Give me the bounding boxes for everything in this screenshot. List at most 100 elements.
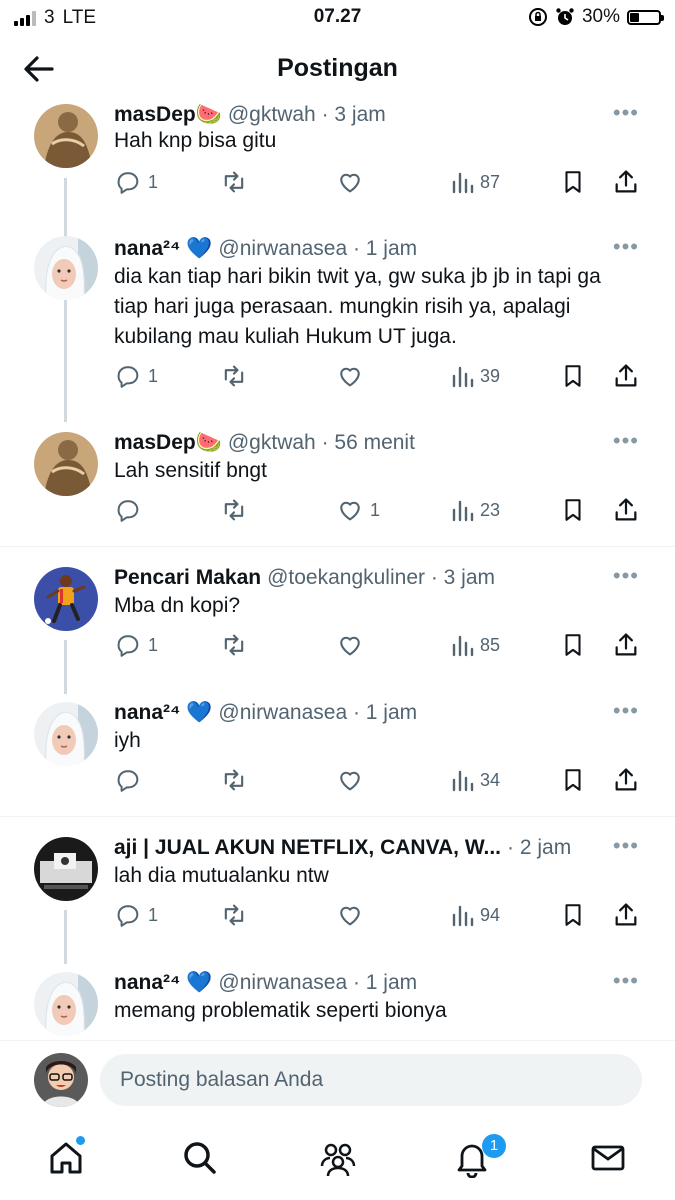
more-options-icon[interactable]: ••• bbox=[613, 833, 639, 859]
like-button[interactable]: 1 bbox=[336, 496, 380, 524]
more-options-icon[interactable]: ••• bbox=[613, 234, 639, 260]
repost-button[interactable] bbox=[220, 766, 254, 794]
like-button[interactable] bbox=[336, 168, 370, 196]
views-button[interactable]: 87 bbox=[450, 168, 500, 196]
share-button[interactable] bbox=[612, 362, 640, 390]
share-button[interactable] bbox=[612, 631, 640, 659]
display-name[interactable]: nana²⁴ bbox=[114, 237, 180, 260]
share-button[interactable] bbox=[612, 766, 640, 794]
avatar-aji[interactable] bbox=[34, 837, 98, 901]
views-button[interactable]: 39 bbox=[450, 362, 500, 390]
reply-icon bbox=[117, 905, 139, 927]
reply-input[interactable]: Posting balasan Anda bbox=[100, 1054, 642, 1106]
reply-tweet[interactable]: masDep🍉 @gktwah · 3 jam ••• Hah knp bisa … bbox=[0, 100, 675, 210]
views-button[interactable]: 34 bbox=[450, 766, 500, 794]
repost-button[interactable] bbox=[220, 631, 254, 659]
reply-feed: masDep🍉 @gktwah · 3 jam ••• Hah knp bisa … bbox=[0, 100, 675, 1040]
like-count: 1 bbox=[370, 499, 381, 520]
reply-icon bbox=[117, 172, 139, 194]
repost-button[interactable] bbox=[220, 362, 254, 390]
tweet-header: Pencari Makan @toekangkuliner · 3 jam bbox=[114, 563, 615, 593]
bookmark-button[interactable] bbox=[560, 168, 586, 196]
bookmark-button[interactable] bbox=[560, 631, 586, 659]
tweet-header: aji | JUAL AKUN NETFLIX, CANVA, W... · 2 … bbox=[114, 833, 615, 863]
reply-button[interactable]: 1 bbox=[114, 362, 158, 390]
reply-count: 1 bbox=[148, 904, 159, 925]
avatar-pencari-makan[interactable] bbox=[34, 567, 98, 631]
communities-icon[interactable] bbox=[318, 1138, 358, 1178]
name-emoji: 💙 bbox=[186, 237, 213, 260]
like-button[interactable] bbox=[336, 901, 370, 929]
tweet-time: · 2 jam bbox=[507, 836, 572, 859]
view-count: 34 bbox=[480, 769, 501, 790]
thread-divider bbox=[0, 816, 675, 817]
share-button[interactable] bbox=[612, 168, 640, 196]
avatar-nana[interactable] bbox=[34, 972, 98, 1036]
user-handle: @gktwah bbox=[227, 431, 316, 454]
bookmark-button[interactable] bbox=[560, 362, 586, 390]
repost-icon bbox=[224, 499, 244, 521]
display-name[interactable]: masDep bbox=[114, 431, 196, 454]
views-button[interactable]: 23 bbox=[450, 496, 500, 524]
my-avatar[interactable] bbox=[34, 1053, 88, 1107]
more-options-icon[interactable]: ••• bbox=[613, 100, 639, 126]
more-options-icon[interactable]: ••• bbox=[613, 698, 639, 724]
reply-tweet[interactable]: aji | JUAL AKUN NETFLIX, CANVA, W... · 2 … bbox=[0, 833, 675, 943]
reply-bar: Posting balasan Anda bbox=[0, 1040, 675, 1123]
reply-tweet[interactable]: nana²⁴ 💙 @nirwanasea · 1 jam ••• iyh 34 bbox=[0, 698, 675, 808]
reply-tweet[interactable]: Pencari Makan @toekangkuliner · 3 jam •••… bbox=[0, 563, 675, 673]
share-icon bbox=[615, 170, 637, 193]
bookmark-button[interactable] bbox=[560, 766, 586, 794]
bookmark-button[interactable] bbox=[560, 901, 586, 929]
tweet-time: · 1 jam bbox=[352, 237, 418, 260]
tweet-text: Mba dn kopi? bbox=[114, 594, 241, 617]
display-name[interactable]: nana²⁴ bbox=[114, 971, 180, 994]
reply-button[interactable]: 1 bbox=[114, 901, 158, 929]
search-icon[interactable] bbox=[180, 1138, 220, 1178]
repost-button[interactable] bbox=[220, 901, 254, 929]
like-button[interactable] bbox=[336, 631, 370, 659]
reply-tweet[interactable]: nana²⁴ 💙 @nirwanasea · 1 jam ••• memang p… bbox=[0, 968, 675, 1040]
more-options-icon[interactable]: ••• bbox=[613, 563, 639, 589]
views-chart-icon bbox=[452, 500, 474, 522]
more-options-icon[interactable]: ••• bbox=[613, 968, 639, 994]
display-name[interactable]: aji | JUAL AKUN NETFLIX, CANVA, W... bbox=[114, 836, 501, 859]
reply-button[interactable] bbox=[114, 766, 148, 794]
reply-icon bbox=[117, 770, 139, 792]
display-name[interactable]: Pencari Makan bbox=[114, 566, 261, 589]
reply-button[interactable]: 1 bbox=[114, 631, 158, 659]
name-emoji: 💙 bbox=[186, 971, 213, 994]
views-button[interactable]: 94 bbox=[450, 901, 500, 929]
avatar-nana[interactable] bbox=[34, 236, 98, 300]
bookmark-button[interactable] bbox=[560, 496, 586, 524]
repost-icon bbox=[224, 171, 244, 193]
tweet-time: · 3 jam bbox=[321, 103, 386, 126]
more-options-icon[interactable]: ••• bbox=[613, 428, 639, 454]
repost-button[interactable] bbox=[220, 168, 254, 196]
reply-tweet[interactable]: nana²⁴ 💙 @nirwanasea · 1 jam ••• dia kan … bbox=[0, 234, 675, 414]
view-count: 23 bbox=[480, 499, 501, 520]
repost-button[interactable] bbox=[220, 496, 254, 524]
like-button[interactable] bbox=[336, 362, 370, 390]
home-unread-dot bbox=[76, 1136, 85, 1145]
views-button[interactable]: 85 bbox=[450, 631, 500, 659]
display-name[interactable]: nana²⁴ bbox=[114, 701, 180, 724]
share-button[interactable] bbox=[612, 901, 640, 929]
messages-icon[interactable] bbox=[588, 1138, 628, 1178]
avatar-nana[interactable] bbox=[34, 702, 98, 766]
avatar-masdep[interactable] bbox=[34, 432, 98, 496]
reply-icon bbox=[117, 366, 139, 388]
reply-button[interactable]: 1 bbox=[114, 168, 158, 196]
reply-button[interactable] bbox=[114, 496, 148, 524]
tweet-header: masDep🍉 @gktwah · 56 menit bbox=[114, 428, 615, 458]
view-count: 87 bbox=[480, 171, 501, 192]
share-button[interactable] bbox=[612, 496, 640, 524]
display-name[interactable]: masDep bbox=[114, 103, 196, 126]
name-emoji: 💙 bbox=[186, 701, 213, 724]
heart-icon bbox=[340, 636, 360, 656]
tweet-text: dia kan tiap hari bikin twit ya, gw suka… bbox=[114, 265, 601, 348]
user-handle: @nirwanasea bbox=[218, 701, 348, 724]
reply-tweet[interactable]: masDep🍉 @gktwah · 56 menit ••• Lah sensit… bbox=[0, 428, 675, 538]
avatar-masdep[interactable] bbox=[34, 104, 98, 168]
like-button[interactable] bbox=[336, 766, 370, 794]
